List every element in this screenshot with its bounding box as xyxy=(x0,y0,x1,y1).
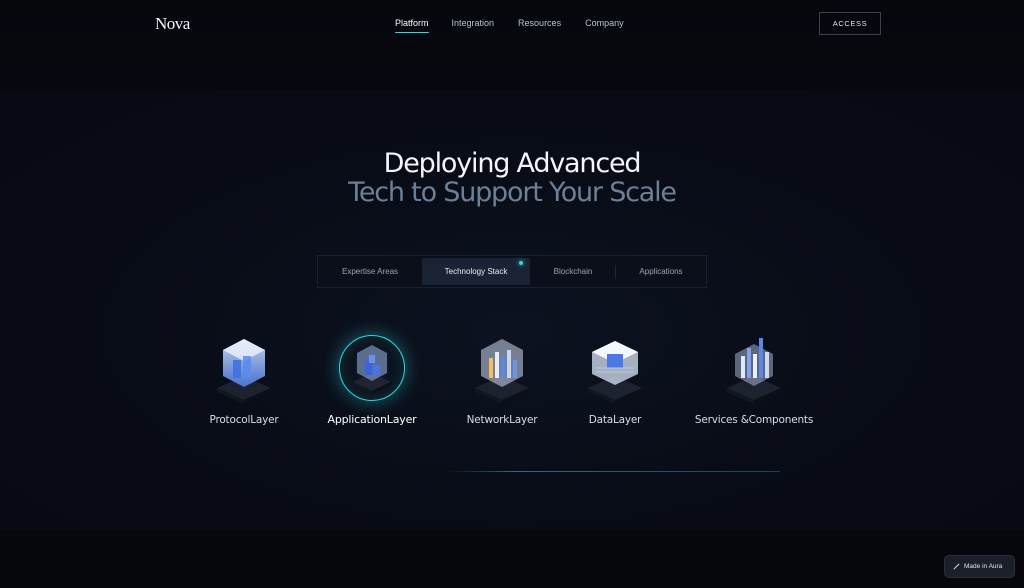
tab-technology-stack[interactable]: Technology Stack xyxy=(422,258,530,285)
tab-label: Blockchain xyxy=(553,267,593,276)
protocol-layer-icon xyxy=(209,336,279,406)
layer-card-services-components[interactable]: Services &Components xyxy=(684,336,824,426)
hero-section: Deploying Advanced Tech to Support Your … xyxy=(0,90,1024,530)
layer-label: ApplicationLayer xyxy=(327,413,417,426)
tab-expertise-areas[interactable]: Expertise Areas xyxy=(318,256,422,287)
nav-item-company[interactable]: Company xyxy=(585,17,624,35)
page: Nova Platform Integration Resources Comp… xyxy=(0,0,1024,588)
footer-band xyxy=(0,530,1024,588)
active-indicator-dot xyxy=(519,261,523,265)
nav-item-resources[interactable]: Resources xyxy=(518,17,561,35)
tab-label: Applications xyxy=(639,267,683,276)
tab-label: Technology Stack xyxy=(444,267,508,276)
hero-title-line-1: Deploying Advanced xyxy=(383,148,642,179)
nav-item-integration[interactable]: Integration xyxy=(452,17,495,35)
nav-item-platform[interactable]: Platform xyxy=(395,17,429,35)
layer-label: Services &Components xyxy=(694,414,814,426)
brand-logo[interactable]: Nova xyxy=(155,14,190,34)
network-layer-icon xyxy=(467,336,537,406)
badge-label: Made in Aura xyxy=(964,563,1003,570)
site-header: Nova Platform Integration Resources Comp… xyxy=(0,0,1024,90)
made-in-aura-badge[interactable]: Made in Aura xyxy=(944,555,1015,578)
tab-label: Expertise Areas xyxy=(341,267,399,276)
main-nav: Platform Integration Resources Company xyxy=(395,17,624,35)
tab-blockchain[interactable]: Blockchain xyxy=(530,256,616,287)
hero-title-line-2: Tech to Support Your Scale xyxy=(348,177,677,208)
stack-tabs: Expertise Areas Technology Stack Blockch… xyxy=(317,255,707,288)
services-components-icon xyxy=(719,336,789,406)
layer-label: DataLayer xyxy=(588,414,642,426)
layer-card-application[interactable]: ApplicationLayer xyxy=(302,335,442,426)
data-layer-icon xyxy=(580,336,650,406)
application-layer-icon xyxy=(337,335,407,405)
layer-card-protocol[interactable]: ProtocolLayer xyxy=(174,336,314,426)
layer-label: ProtocolLayer xyxy=(209,414,279,426)
layer-card-data[interactable]: DataLayer xyxy=(545,336,685,426)
progress-line xyxy=(448,471,780,472)
pen-icon xyxy=(953,563,960,570)
tab-applications[interactable]: Applications xyxy=(616,256,706,287)
access-button[interactable]: ACCESS xyxy=(819,12,881,35)
